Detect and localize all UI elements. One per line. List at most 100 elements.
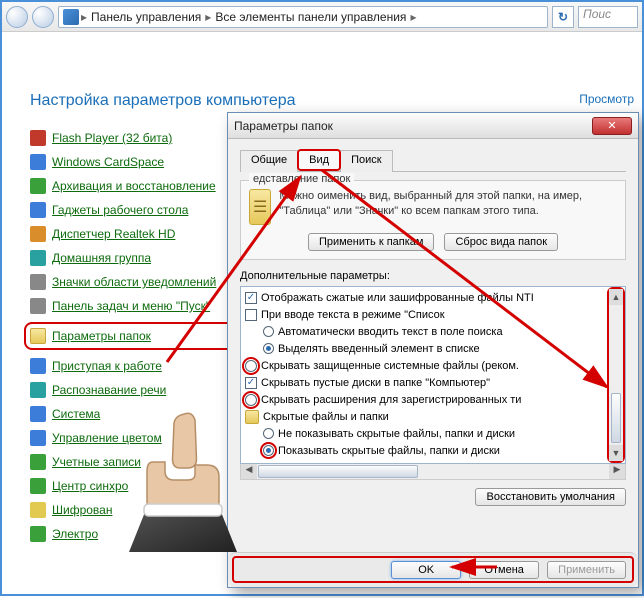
control-panel-item[interactable]: Управление цветом <box>30 430 250 446</box>
tab-search[interactable]: Поиск <box>340 150 392 172</box>
settings-row-label: Отображать сжатые или зашифрованные файл… <box>261 292 534 304</box>
control-panel-item[interactable]: Гаджеты рабочего стола <box>30 202 250 218</box>
control-panel-item-label[interactable]: Flash Player (32 бита) <box>52 131 172 145</box>
control-panel-item[interactable]: Flash Player (32 бита) <box>30 130 250 146</box>
blue-icon <box>30 202 46 218</box>
dialog-titlebar[interactable]: Параметры папок ✕ <box>228 113 638 139</box>
control-panel-item-label[interactable]: Распознавание речи <box>52 383 166 397</box>
checkbox-icon[interactable]: ✓ <box>245 377 257 389</box>
apply-to-folders-button[interactable]: Применить к папкам <box>308 233 435 251</box>
checkbox-icon[interactable] <box>245 309 257 321</box>
yellow-icon <box>30 502 46 518</box>
reset-folders-button[interactable]: Сброс вида папок <box>444 233 558 251</box>
control-panel-item-label[interactable]: Домашняя группа <box>52 251 151 265</box>
settings-row[interactable]: При вводе текста в режиме "Список <box>245 306 603 323</box>
tab-strip: Общие Вид Поиск <box>240 149 626 172</box>
search-input[interactable]: Поис <box>578 6 638 28</box>
settings-row-label: Показывать скрытые файлы, папки и диски <box>278 445 500 457</box>
control-panel-item[interactable]: Панель задач и меню "Пуск" <box>30 298 250 314</box>
scroll-right-icon[interactable]: ▶ <box>609 464 625 479</box>
scroll-thumb[interactable] <box>258 465 418 478</box>
folder-icon <box>249 189 271 225</box>
control-panel-item[interactable]: Распознавание речи <box>30 382 250 398</box>
settings-row[interactable]: Скрывать расширения для зарегистрированн… <box>245 391 603 408</box>
breadcrumb-item[interactable]: Все элементы панели управления <box>213 10 408 24</box>
control-panel-item[interactable]: Windows CardSpace <box>30 154 250 170</box>
control-panel-item[interactable]: Домашняя группа <box>30 250 250 266</box>
refresh-button[interactable]: ↻ <box>552 6 574 28</box>
blue-icon <box>30 154 46 170</box>
dialog-title: Параметры папок <box>234 119 592 133</box>
vertical-scrollbar[interactable]: ▲ ▼ <box>607 287 625 463</box>
nav-back-button[interactable] <box>6 6 28 28</box>
radio-icon[interactable] <box>263 326 274 337</box>
settings-row[interactable]: Не показывать скрытые файлы, папки и дис… <box>245 425 603 442</box>
control-panel-item[interactable]: Приступая к работе <box>30 358 250 374</box>
control-panel-item[interactable]: Учетные записи <box>30 454 250 470</box>
advanced-settings-label: Дополнительные параметры: <box>240 270 626 282</box>
nav-forward-button[interactable] <box>32 6 54 28</box>
settings-row-label: Скрывать пустые диски в папке "Компьютер… <box>261 377 490 389</box>
teal-icon <box>30 250 46 266</box>
folder-views-group: едставление папок Можно оименить вид, вы… <box>240 180 626 260</box>
chevron-right-icon[interactable]: ▸ <box>205 10 211 24</box>
scroll-left-icon[interactable]: ◀ <box>241 464 257 479</box>
control-panel-item-label[interactable]: Центр синхро <box>52 479 128 493</box>
radio-icon[interactable] <box>263 343 274 354</box>
teal-icon <box>30 382 46 398</box>
settings-row-label: Скрывать расширения для зарегистрированн… <box>261 394 521 406</box>
tab-general[interactable]: Общие <box>240 150 298 172</box>
settings-row[interactable]: Автоматически вводить текст в поле поиск… <box>245 323 603 340</box>
control-panel-item-label[interactable]: Архивация и восстановление <box>52 179 216 193</box>
control-panel-item-label[interactable]: Гаджеты рабочего стола <box>52 203 188 217</box>
control-panel-item[interactable]: Значки области уведомлений <box>30 274 250 290</box>
chevron-right-icon[interactable]: ▸ <box>81 10 87 24</box>
checkbox-icon[interactable] <box>245 360 257 372</box>
horizontal-scrollbar[interactable]: ◀ ▶ <box>240 464 626 480</box>
apply-button[interactable]: Применить <box>547 561 626 579</box>
settings-row[interactable]: ✓ Скрывать пустые диски в папке "Компьюте… <box>245 374 603 391</box>
scroll-up-icon[interactable]: ▲ <box>609 289 623 305</box>
control-panel-item[interactable]: Параметры папок <box>24 322 250 350</box>
control-panel-item-label[interactable]: Приступая к работе <box>52 359 162 373</box>
settings-row[interactable]: ✓ Отображать сжатые или зашифрованные фай… <box>245 289 603 306</box>
checkbox-icon[interactable]: ✓ <box>245 292 257 304</box>
control-panel-item-label[interactable]: Диспетчер Realtek HD <box>52 227 175 241</box>
control-panel-item[interactable]: Электро <box>30 526 250 542</box>
folder-icon <box>30 328 46 344</box>
control-panel-item-label[interactable]: Учетные записи <box>52 455 141 469</box>
settings-row[interactable]: Скрывать защищенные системные файлы (рек… <box>245 357 603 374</box>
restore-defaults-button[interactable]: Восстановить умолчания <box>475 488 626 506</box>
control-panel-item-label[interactable]: Система <box>52 407 100 421</box>
breadcrumb-item[interactable]: Панель управления <box>89 10 203 24</box>
control-panel-item-label[interactable]: Управление цветом <box>52 431 162 445</box>
cancel-button[interactable]: Отмена <box>469 561 539 579</box>
checkbox-icon[interactable] <box>245 394 257 406</box>
settings-row[interactable]: Показывать скрытые файлы, папки и диски <box>245 442 603 459</box>
settings-row[interactable]: Выделять введенный элемент в списке <box>245 340 603 357</box>
chevron-right-icon[interactable]: ▸ <box>410 10 416 24</box>
control-panel-item-label[interactable]: Электро <box>52 527 98 541</box>
close-button[interactable]: ✕ <box>592 117 632 135</box>
control-panel-item-label[interactable]: Панель задач и меню "Пуск" <box>52 299 210 313</box>
control-panel-item-label[interactable]: Windows CardSpace <box>52 155 164 169</box>
control-panel-item[interactable]: Архивация и восстановление <box>30 178 250 194</box>
blue-icon <box>30 358 46 374</box>
tab-view[interactable]: Вид <box>297 149 341 171</box>
scroll-thumb[interactable] <box>611 393 621 443</box>
view-mode-link[interactable]: Просмотр <box>579 92 634 106</box>
control-panel-item-label[interactable]: Значки области уведомлений <box>52 275 216 289</box>
breadcrumb[interactable]: ▸ Панель управления ▸ Все элементы панел… <box>58 6 548 28</box>
control-panel-item[interactable]: Центр синхро <box>30 478 250 494</box>
control-panel-items: Flash Player (32 бита) Windows CardSpace А… <box>30 130 250 542</box>
control-panel-item[interactable]: Шифрован <box>30 502 250 518</box>
ok-button[interactable]: OK <box>391 561 461 579</box>
control-panel-item-label[interactable]: Параметры папок <box>52 329 151 343</box>
control-panel-item[interactable]: Система <box>30 406 250 422</box>
scroll-down-icon[interactable]: ▼ <box>609 445 623 461</box>
radio-icon[interactable] <box>263 445 274 456</box>
control-panel-item-label[interactable]: Шифрован <box>52 503 112 517</box>
radio-icon[interactable] <box>263 428 274 439</box>
settings-row[interactable]: Скрытые файлы и папки <box>245 408 603 425</box>
control-panel-item[interactable]: Диспетчер Realtek HD <box>30 226 250 242</box>
